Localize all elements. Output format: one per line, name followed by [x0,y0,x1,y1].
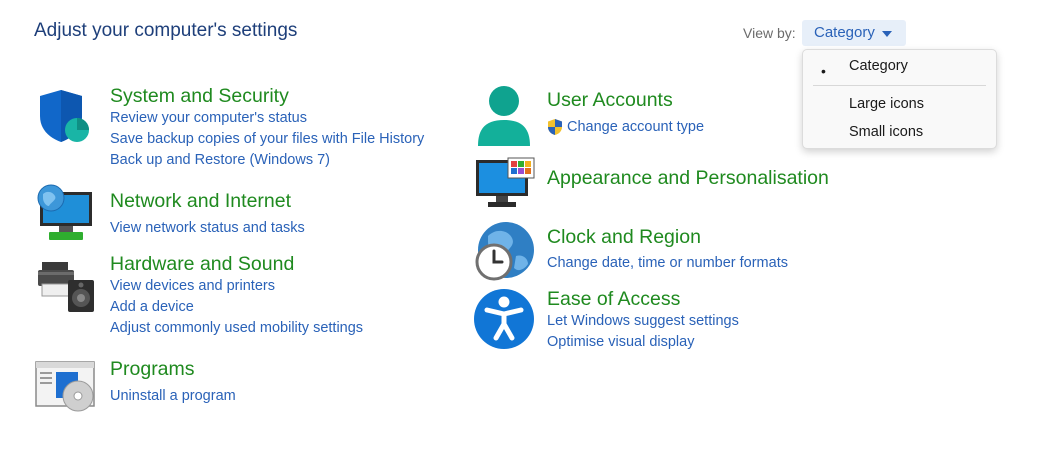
programs-disc-icon[interactable] [34,360,96,416]
link-change-account-type[interactable]: Change account type [567,119,704,135]
view-by-selected-value: Category [814,24,875,41]
network-globe-icon[interactable] [35,184,95,244]
category-title-network-internet[interactable]: Network and Internet [110,190,291,213]
category-title-user-accounts[interactable]: User Accounts [547,89,673,112]
view-by-label: View by: [743,25,796,41]
link-optimise-display[interactable]: Optimise visual display [547,334,694,350]
category-title-clock-region[interactable]: Clock and Region [547,226,701,249]
link-file-history[interactable]: Save backup copies of your files with Fi… [110,131,424,147]
selected-bullet-icon: • [821,63,826,79]
accessibility-icon[interactable] [473,288,535,350]
link-backup-restore[interactable]: Back up and Restore (Windows 7) [110,152,330,168]
clock-globe-icon[interactable] [472,220,536,284]
user-icon[interactable] [476,84,532,148]
page-title: Adjust your computer's settings [34,20,298,41]
chevron-down-icon [882,31,892,37]
category-title-programs[interactable]: Programs [110,358,195,381]
link-date-time-formats[interactable]: Change date, time or number formats [547,255,788,271]
uac-shield-icon [548,119,562,135]
view-by-dropdown: • Category Large icons Small icons [802,49,997,149]
link-devices-printers[interactable]: View devices and printers [110,278,275,294]
dropdown-option-small-icons[interactable]: Small icons [849,124,923,140]
view-by-select[interactable]: Category [802,20,906,46]
dropdown-option-category[interactable]: Category [849,58,908,74]
monitor-icon[interactable] [474,156,536,210]
printer-speaker-icon[interactable] [36,258,96,314]
link-add-device[interactable]: Add a device [110,299,194,315]
link-review-status[interactable]: Review your computer's status [110,110,307,126]
link-mobility-settings[interactable]: Adjust commonly used mobility settings [110,320,363,336]
category-title-hardware-sound[interactable]: Hardware and Sound [110,253,294,276]
category-title-appearance[interactable]: Appearance and Personalisation [547,167,829,190]
dropdown-separator [813,85,986,86]
link-uninstall-program[interactable]: Uninstall a program [110,388,236,404]
link-network-status[interactable]: View network status and tasks [110,220,305,236]
link-windows-suggest[interactable]: Let Windows suggest settings [547,313,739,329]
category-title-ease-of-access[interactable]: Ease of Access [547,288,680,311]
dropdown-option-large-icons[interactable]: Large icons [849,96,924,112]
shield-icon[interactable] [37,88,93,144]
category-title-system-security[interactable]: System and Security [110,85,289,108]
